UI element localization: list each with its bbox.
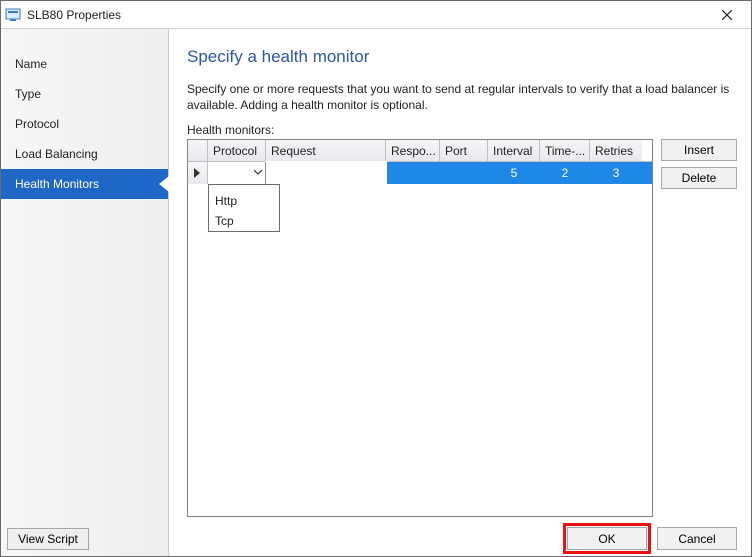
interval-cell[interactable]: 5 [488,162,540,184]
sidebar-item-protocol[interactable]: Protocol [1,109,168,139]
cancel-button[interactable]: Cancel [657,527,737,550]
health-monitors-grid[interactable]: Protocol Request Respo... Port Interval … [187,139,653,517]
dialog-footer: OK Cancel [187,517,737,550]
timeout-cell[interactable]: 2 [540,162,590,184]
row-header-column[interactable] [188,140,208,161]
protocol-option-tcp[interactable]: Tcp [209,211,279,231]
dialog-body: Name Type Protocol Load Balancing Health… [1,29,751,556]
response-cell[interactable] [386,162,440,184]
protocol-cell[interactable] [208,162,266,184]
request-cell[interactable] [266,162,386,184]
ok-button[interactable]: OK [567,527,647,550]
sidebar-item-label: Name [15,57,47,71]
column-header-protocol[interactable]: Protocol [208,140,266,161]
grid-label: Health monitors: [187,123,737,137]
grid-side-buttons: Insert Delete [661,139,737,517]
column-header-interval[interactable]: Interval [488,140,540,161]
sidebar-item-type[interactable]: Type [1,79,168,109]
sidebar-item-label: Load Balancing [15,147,98,161]
table-row[interactable]: 5 2 3 [188,162,652,184]
view-script-button[interactable]: View Script [7,528,89,550]
sidebar-item-label: Health Monitors [15,177,99,191]
row-selector[interactable] [188,162,208,184]
grid-header-row: Protocol Request Respo... Port Interval … [188,140,652,162]
sidebar-item-name[interactable]: Name [1,49,168,79]
insert-button[interactable]: Insert [661,139,737,161]
grid-area: Protocol Request Respo... Port Interval … [187,139,737,517]
protocol-option-http[interactable]: Http [209,191,279,211]
column-header-response[interactable]: Respo... [386,140,440,161]
column-header-timeout[interactable]: Time-... [540,140,590,161]
protocol-dropdown-list[interactable]: Http Tcp [208,184,280,232]
page-heading: Specify a health monitor [187,47,737,67]
column-header-port[interactable]: Port [440,140,488,161]
sidebar-item-health-monitors[interactable]: Health Monitors [1,169,168,199]
titlebar: SLB80 Properties [1,1,751,29]
retries-cell[interactable]: 3 [590,162,642,184]
sidebar-item-label: Type [15,87,41,101]
properties-dialog: SLB80 Properties Name Type Protocol Load… [0,0,752,557]
app-icon [5,7,21,23]
column-header-retries[interactable]: Retries [590,140,642,161]
port-cell[interactable] [440,162,488,184]
sidebar-item-load-balancing[interactable]: Load Balancing [1,139,168,169]
protocol-combobox[interactable] [208,162,265,184]
page-description: Specify one or more requests that you wa… [187,81,737,113]
sidebar: Name Type Protocol Load Balancing Health… [1,29,169,556]
sidebar-item-label: Protocol [15,117,59,131]
close-button[interactable] [707,1,747,28]
window-title: SLB80 Properties [27,8,707,22]
delete-button[interactable]: Delete [661,167,737,189]
close-icon [722,10,732,20]
main-panel: Specify a health monitor Specify one or … [169,29,751,556]
column-header-request[interactable]: Request [266,140,386,161]
request-input[interactable] [267,163,385,183]
